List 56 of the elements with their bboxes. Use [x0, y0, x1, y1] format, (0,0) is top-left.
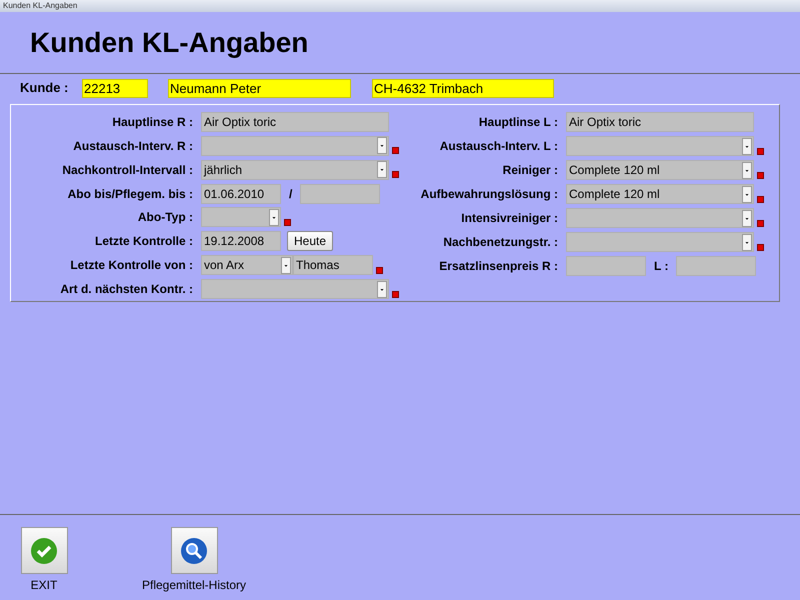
caret-icon [742, 234, 752, 250]
dropdown[interactable]: Complete 120 ml [566, 184, 754, 204]
dropdown[interactable] [201, 279, 389, 300]
input-field[interactable] [676, 256, 756, 276]
input-field[interactable]: Thomas [293, 255, 373, 276]
caret-icon [281, 256, 291, 274]
caret-icon [742, 210, 752, 226]
field-label: Hauptlinse R : [111, 114, 194, 131]
input-field[interactable] [300, 184, 380, 204]
exit-button[interactable]: EXIT [14, 527, 74, 594]
caret-icon [269, 208, 279, 226]
field-label: Letzte Kontrolle von : [69, 257, 194, 274]
field-label: Abo-Typ : [136, 209, 194, 226]
dropdown[interactable]: jährlich [201, 160, 389, 180]
field-label: Nachbenetzungstr. : [442, 234, 559, 251]
dropdown[interactable] [566, 232, 754, 252]
field-label: Intensivreiniger : [460, 210, 559, 227]
input-field[interactable]: Air Optix toric [566, 112, 754, 132]
caret-icon [377, 161, 387, 178]
customer-number-field: 22213 [82, 78, 148, 98]
caret-icon [377, 280, 387, 298]
field-label: Reiniger : [502, 162, 559, 179]
field-label: Aufbewahrungslösung : [420, 186, 559, 203]
caret-icon [742, 186, 752, 202]
dropdown[interactable]: von Arx [201, 255, 293, 276]
field-label: Hauptlinse L : [478, 114, 559, 131]
history-button[interactable]: Pflegemittel-History [134, 527, 254, 594]
input-field[interactable] [566, 256, 646, 276]
checkmark-icon [30, 536, 58, 564]
separator-label: L : [654, 258, 668, 275]
field-label: Austausch-Interv. R : [72, 138, 194, 155]
field-label: Abo bis/Pflegem. bis : [66, 186, 194, 203]
field-label: Nachkontroll-Intervall : [61, 162, 194, 179]
dropdown[interactable] [201, 136, 389, 156]
dropdown[interactable]: Complete 120 ml [566, 160, 754, 180]
dropdown[interactable] [566, 208, 754, 228]
dropdown[interactable] [566, 136, 754, 156]
input-field[interactable]: Air Optix toric [201, 112, 389, 132]
separator-label: / [289, 186, 292, 203]
customer-label: Kunde : [20, 79, 70, 98]
caret-icon [377, 137, 387, 154]
input-field[interactable]: 19.12.2008 [201, 231, 281, 252]
page-heading: Kunden KL-Angaben [30, 26, 308, 60]
dropdown[interactable] [201, 207, 281, 228]
field-label: Ersatzlinsenpreis R : [438, 258, 559, 275]
customer-place-field: CH-4632 Trimbach [372, 78, 554, 98]
title-bar: Kunden KL-Angaben [0, 0, 800, 12]
field-label: Art d. nächsten Kontr. : [59, 281, 194, 298]
field-label: Letzte Kontrolle : [94, 233, 194, 250]
caret-icon [742, 138, 752, 154]
search-icon [180, 536, 208, 564]
today-button[interactable]: Heute [287, 231, 334, 252]
caret-icon [742, 162, 752, 178]
field-label: Austausch-Interv. L : [438, 138, 559, 155]
customer-name-field: Neumann Peter [168, 78, 351, 98]
input-field[interactable]: 01.06.2010 [201, 184, 281, 204]
